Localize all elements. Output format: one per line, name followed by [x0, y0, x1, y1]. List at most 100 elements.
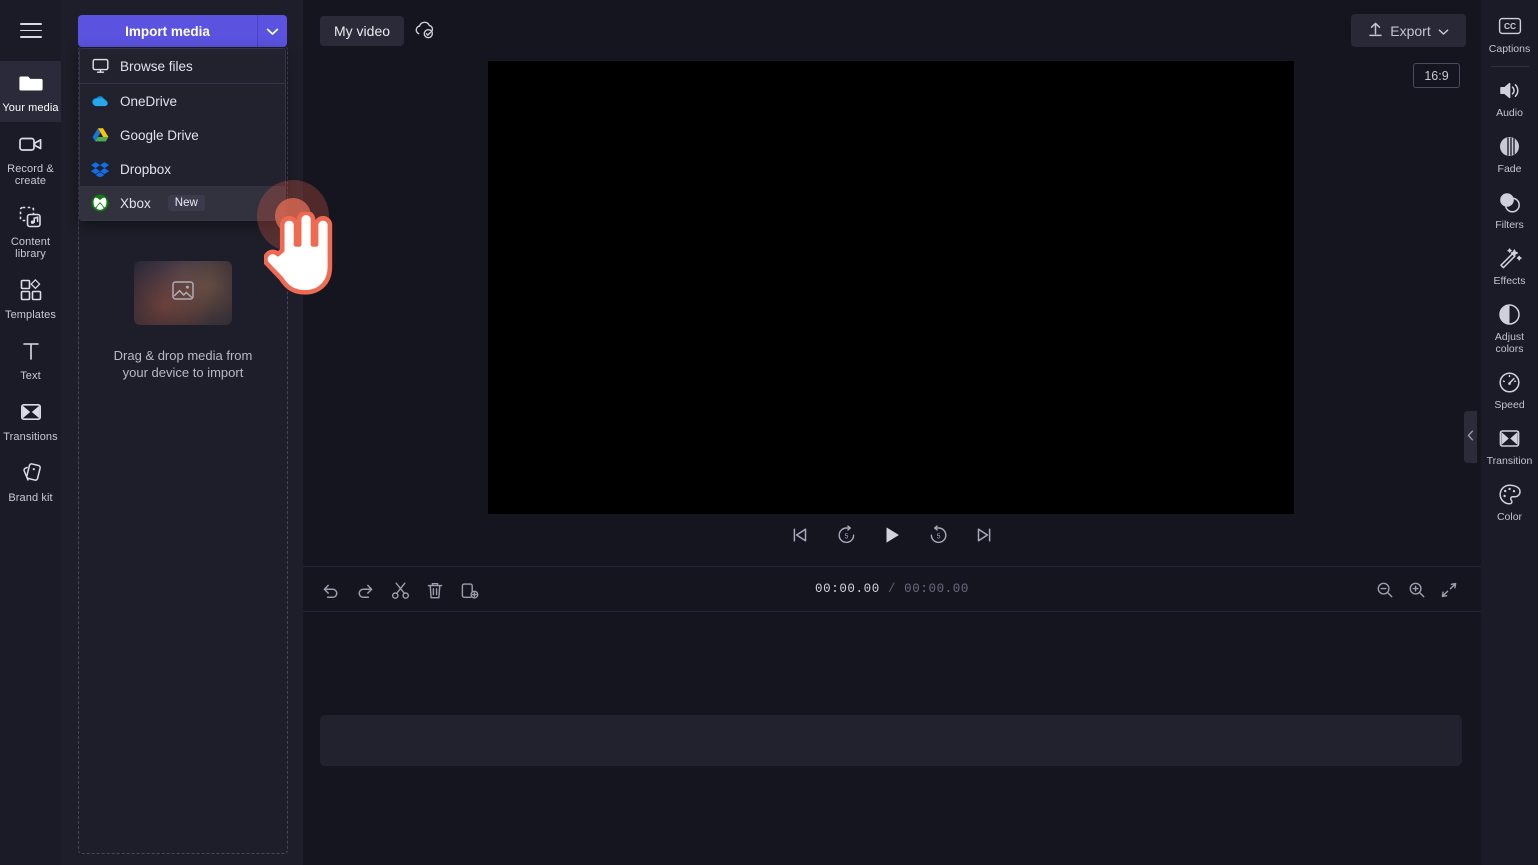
property-item-label: Fade	[1497, 163, 1522, 175]
property-item-effects[interactable]: Effects	[1481, 238, 1538, 294]
cloud-saved-icon	[413, 20, 435, 45]
forward-5-seconds-button[interactable]: 5	[925, 522, 951, 548]
filters-circles-icon	[1498, 190, 1522, 214]
undo-button[interactable]	[316, 576, 344, 604]
sidebar-item-record-create[interactable]: Record & create	[0, 122, 61, 195]
sidebar-item-your-media[interactable]: Your media	[0, 61, 61, 122]
timeline-body[interactable]	[303, 612, 1481, 865]
sidebar-item-transitions[interactable]: Transitions	[0, 390, 61, 451]
video-preview-canvas[interactable]	[488, 61, 1294, 514]
sidebar-item-label: Text	[20, 370, 41, 382]
project-title-input[interactable]: My video	[320, 16, 405, 46]
contrast-circle-icon	[1498, 302, 1521, 326]
dropdown-item-onedrive[interactable]: OneDrive	[80, 84, 285, 118]
sidebar-item-label: Content library	[10, 236, 51, 260]
upload-arrow-icon	[1368, 21, 1383, 40]
text-t-icon	[19, 338, 43, 364]
dropdown-item-label: OneDrive	[120, 93, 178, 109]
google-drive-icon	[91, 126, 109, 144]
dropdown-item-browse-files[interactable]: Browse files	[80, 49, 285, 83]
property-item-speed[interactable]: Speed	[1481, 362, 1538, 418]
dropdown-item-google-drive[interactable]: Google Drive	[80, 118, 285, 152]
xbox-icon	[91, 194, 109, 212]
sidebar-item-templates[interactable]: Templates	[0, 268, 61, 329]
property-item-fade[interactable]: Fade	[1481, 126, 1538, 182]
dropdown-item-label: Browse files	[120, 58, 193, 74]
delete-button[interactable]	[421, 576, 449, 604]
redo-button[interactable]	[351, 576, 379, 604]
chevron-down-icon[interactable]	[258, 15, 287, 47]
property-item-label: Speed	[1494, 399, 1525, 411]
dropzone-line-2: your device to import	[122, 365, 244, 380]
zoom-in-button[interactable]	[1403, 576, 1431, 604]
property-item-label: Filters	[1495, 219, 1524, 231]
property-item-filters[interactable]: Filters	[1481, 182, 1538, 238]
play-button[interactable]	[879, 522, 905, 548]
dropbox-icon	[91, 160, 109, 178]
timecode-total: 00:00.00	[904, 582, 969, 596]
dropdown-item-label: Dropbox	[120, 161, 172, 177]
dropzone-text: Drag & drop media from your device to im…	[98, 347, 268, 381]
duplicate-button[interactable]	[456, 576, 484, 604]
property-item-adjust-colors[interactable]: Adjust colors	[1481, 294, 1538, 362]
content-library-icon	[18, 204, 43, 230]
sidebar-item-brand-kit[interactable]: Brand kit	[0, 451, 61, 512]
skip-to-end-button[interactable]	[971, 522, 997, 548]
property-item-label: Audio	[1496, 107, 1523, 119]
skip-to-start-button[interactable]	[787, 522, 813, 548]
media-placeholder-thumbnail	[134, 261, 232, 325]
sidebar-item-label: Brand kit	[8, 492, 53, 504]
dropdown-item-label: Xbox	[120, 195, 151, 211]
timeline-empty-track[interactable]	[320, 715, 1462, 766]
fit-to-screen-button[interactable]	[1435, 576, 1463, 604]
dropdown-item-dropbox[interactable]: Dropbox	[80, 152, 285, 186]
svg-text:5: 5	[936, 534, 940, 541]
brand-kit-icon	[19, 460, 43, 486]
timeline-toolbar: 00:00.00 / 00:00.00	[303, 566, 1481, 612]
fade-circle-icon	[1498, 134, 1521, 158]
right-rail: CC Captions Audio Fade Filters Effects A…	[1481, 0, 1538, 865]
sidebar-item-content-library[interactable]: Content library	[0, 195, 61, 268]
svg-text:CC: CC	[1503, 21, 1515, 31]
property-item-label: Transition	[1486, 455, 1533, 467]
export-button[interactable]: Export	[1351, 14, 1466, 47]
import-media-button[interactable]: Import media	[78, 15, 258, 47]
editor-main-area: My video Export 16:9 5 5 00:00.00 / 00:0…	[303, 0, 1481, 865]
hamburger-menu-icon[interactable]	[0, 0, 61, 61]
sidebar-item-label: Transitions	[3, 431, 58, 443]
property-item-captions[interactable]: CC Captions	[1481, 6, 1538, 62]
chevron-down-icon	[1438, 23, 1449, 39]
dropzone-line-1: Drag & drop media from	[113, 348, 253, 363]
property-item-label: Effects	[1493, 275, 1526, 287]
sidebar-item-label: Record & create	[7, 163, 54, 187]
closed-captions-icon: CC	[1498, 14, 1522, 38]
folder-icon	[18, 70, 44, 96]
collapse-right-panel-button[interactable]	[1464, 411, 1477, 463]
sidebar-item-label: Templates	[4, 309, 57, 321]
media-panel: Drag & drop media from your device to im…	[61, 0, 333, 865]
property-item-transition[interactable]: Transition	[1481, 418, 1538, 474]
player-controls: 5 5	[303, 516, 1481, 564]
property-item-color[interactable]: Color	[1481, 474, 1538, 530]
left-rail: Your media Record & create Content libra…	[0, 0, 61, 865]
sidebar-item-text[interactable]: Text	[0, 329, 61, 390]
video-camera-icon	[18, 131, 44, 157]
image-placeholder-icon	[171, 280, 195, 307]
export-label: Export	[1390, 22, 1431, 39]
dropdown-item-xbox[interactable]: Xbox New	[80, 186, 285, 220]
rewind-5-seconds-button[interactable]: 5	[833, 522, 859, 548]
import-media-control: Import media	[78, 15, 287, 47]
templates-grid-icon	[19, 277, 43, 303]
property-item-audio[interactable]: Audio	[1481, 70, 1538, 126]
onedrive-icon	[91, 92, 109, 110]
aspect-ratio-button[interactable]: 16:9	[1413, 63, 1460, 88]
sidebar-item-label: Your media	[2, 102, 59, 114]
chevron-left-icon	[1467, 430, 1474, 444]
monitor-icon	[91, 57, 109, 75]
magic-wand-icon	[1498, 246, 1522, 270]
split-button[interactable]	[386, 576, 414, 604]
status-badge-new: New	[167, 195, 205, 211]
zoom-out-button[interactable]	[1371, 576, 1399, 604]
timecode-display: 00:00.00 / 00:00.00	[815, 582, 969, 596]
dropdown-item-label: Google Drive	[120, 127, 199, 143]
